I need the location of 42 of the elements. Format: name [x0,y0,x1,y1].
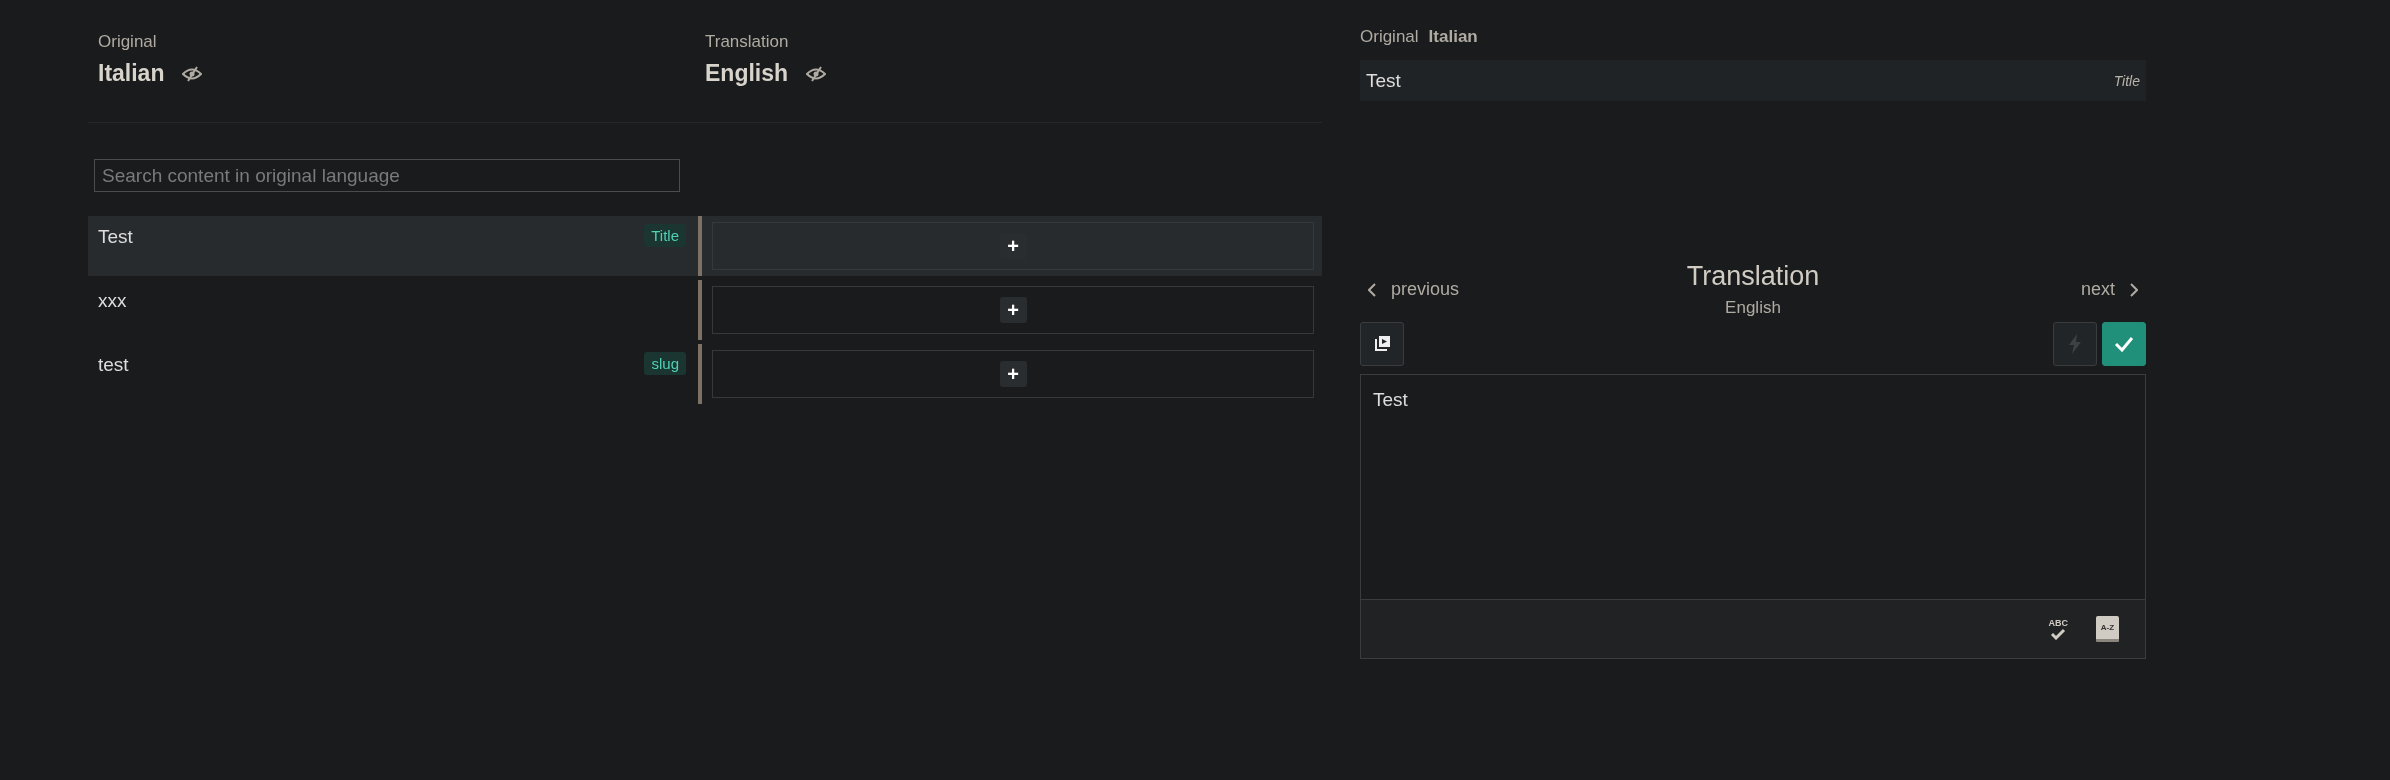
checkmark-icon [2050,628,2067,640]
column-caption: Original [98,32,158,52]
search-field[interactable]: Search content in original language [94,159,680,192]
row-marker [698,216,702,276]
row-marker [698,344,702,404]
panel-title: Translation [1686,261,1820,292]
spellcheck-button[interactable]: ABC [2048,618,2068,640]
original-label: Original [1360,27,1419,47]
language-name: English [705,60,789,87]
add-button[interactable]: + [999,361,1027,387]
field-tag: slug [644,352,686,375]
original-language: Italian [1428,27,1478,47]
row-marker [698,280,702,340]
column-caption: Translation [705,32,790,52]
source-text: test [98,354,129,376]
string-row[interactable]: xxx + [88,280,1322,340]
translation-cell[interactable]: + [712,350,1314,398]
next-link[interactable]: next [2072,279,2146,300]
string-row[interactable]: test slug + [88,344,1322,404]
eye-hidden-icon[interactable] [806,65,827,82]
lightning-icon [2068,334,2082,354]
chevron-right-icon [2129,282,2138,297]
copy-source-button[interactable] [1360,322,1404,366]
chevron-left-icon [1368,282,1377,297]
field-type: Title [2113,72,2140,89]
translation-editor[interactable]: Test ABC A-Z [1360,374,2146,659]
string-row[interactable]: Test Title + [88,216,1322,276]
translation-cell[interactable]: + [712,222,1314,270]
source-text: xxx [98,290,127,312]
field-tag: Title [644,224,686,247]
glossary-button[interactable]: A-Z [2096,616,2119,642]
source-text: Test [98,226,133,248]
translation-cell[interactable]: + [712,286,1314,334]
add-button[interactable]: + [999,297,1027,323]
language-name: Italian [98,60,165,87]
approve-button[interactable] [2102,322,2146,366]
target-language: English [1725,298,1781,318]
original-text: Test [1366,69,1401,92]
copy-icon [1373,335,1391,353]
checkmark-icon [2114,336,2134,352]
eye-hidden-icon[interactable] [182,65,203,82]
previous-link[interactable]: previous [1360,279,1468,300]
